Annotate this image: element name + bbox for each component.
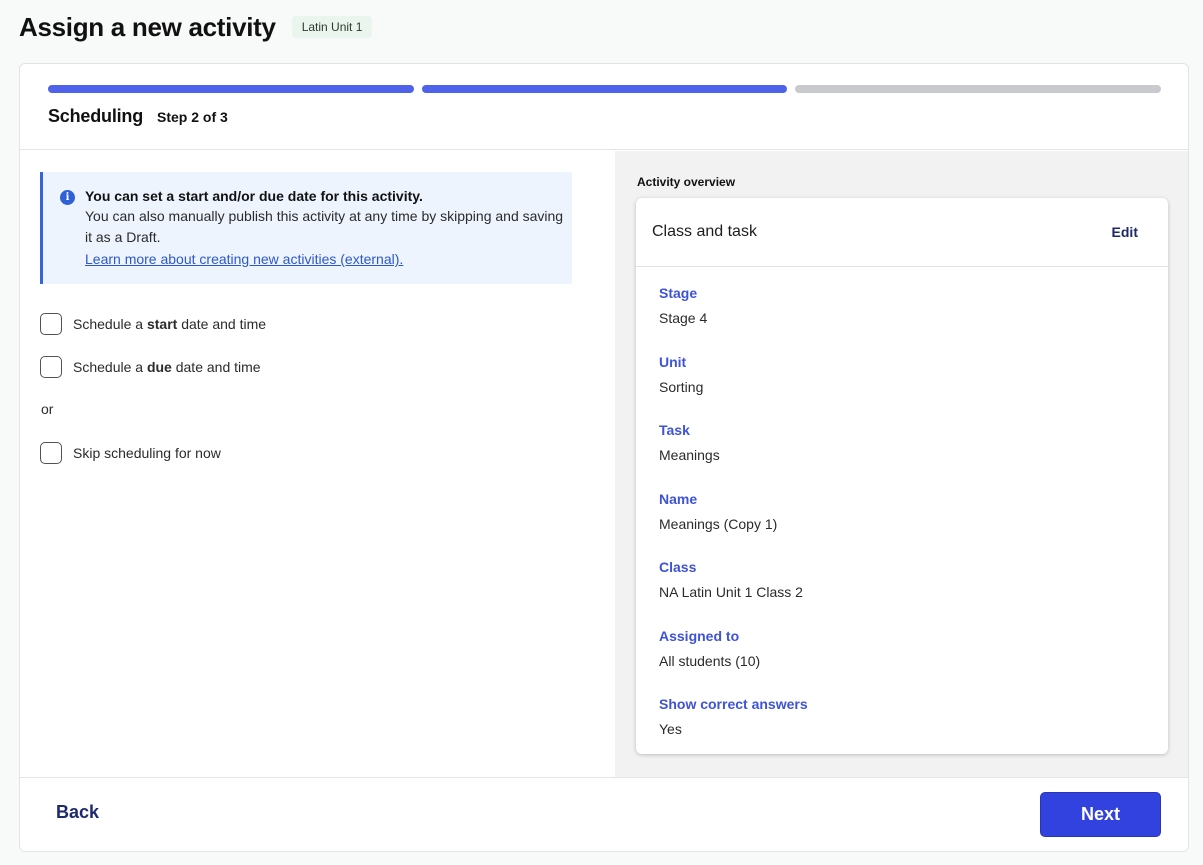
skip-scheduling-checkbox[interactable] [40,442,62,464]
page-title: Assign a new activity [19,11,276,42]
field-name: Name Meanings (Copy 1) [659,489,1168,558]
schedule-start-checkbox[interactable] [40,313,62,335]
step-counter: Step 2 of 3 [157,109,228,125]
field-task: Task Meanings [659,420,1168,489]
field-label: Show correct answers [659,696,808,712]
field-value: All students (10) [659,652,761,669]
field-label: Class [659,559,697,575]
info-heading: You can set a start and/or due date for … [85,188,423,204]
step-progress-bar [48,85,1162,93]
field-value: Yes [659,721,682,737]
or-separator: or [41,401,54,417]
overview-card-header: Class and task Edit [636,198,1168,267]
schedule-start-label: Schedule a start date and time [73,316,266,332]
start-label-prefix: Schedule a [73,316,147,332]
field-label: Stage [659,285,698,301]
info-icon: i [60,190,75,205]
start-label-suffix: date and time [177,316,267,332]
field-value: Meanings [659,447,720,463]
field-assigned-to: Assigned to All students (10) [659,626,1168,695]
next-button[interactable]: Next [1040,792,1161,837]
field-stage: Stage Stage 4 [659,283,1168,352]
field-value: Sorting [659,378,704,395]
schedule-due-label: Schedule a due date and time [73,359,261,375]
field-label: Name [659,490,698,507]
info-body: You can also manually publish this activ… [85,208,564,245]
field-value: Meanings (Copy 1) [659,515,778,532]
due-label-prefix: Schedule a [73,359,147,375]
wizard-header: Scheduling Step 2 of 3 [20,64,1188,150]
start-label-bold: start [146,316,178,332]
step-heading: Scheduling Step 2 of 3 [48,106,228,127]
field-label: Task [659,422,690,438]
page-header: Assign a new activity Latin Unit 1 [19,8,373,46]
field-label: Unit [659,353,687,370]
field-value: Stage 4 [659,310,708,326]
skip-scheduling-option[interactable]: Skip scheduling for now [40,442,221,464]
field-class: Class NA Latin Unit 1 Class 2 [659,557,1168,626]
progress-segment-1 [48,85,414,93]
step-title: Scheduling [48,106,144,126]
due-label-bold: due [146,359,172,375]
schedule-start-option[interactable]: Schedule a start date and time [40,313,266,335]
scheduling-pane: i You can set a start and/or due date fo… [20,151,615,777]
edit-button[interactable]: Edit [1112,224,1138,240]
overview-section-label: Activity overview [637,175,736,189]
back-button[interactable]: Back [56,802,99,823]
learn-more-link[interactable]: Learn more about creating new activities… [85,248,403,270]
schedule-due-option[interactable]: Schedule a due date and time [40,356,261,378]
wizard-footer: Back Next [20,777,1188,851]
overview-card-title: Class and task [652,223,757,240]
info-callout: i You can set a start and/or due date fo… [40,172,572,284]
activity-overview-pane: Activity overview Class and task Edit St… [615,151,1188,777]
field-show-correct-answers: Show correct answers Yes [659,694,1168,763]
unit-badge: Latin Unit 1 [291,16,373,38]
page: Assign a new activity Latin Unit 1 Sched… [0,0,1203,865]
schedule-due-checkbox[interactable] [40,356,62,378]
skip-scheduling-label: Skip scheduling for now [73,445,221,461]
progress-segment-3 [795,85,1162,93]
field-unit: Unit Sorting [659,352,1168,421]
progress-segment-2 [421,85,788,93]
overview-card: Class and task Edit Stage Stage 4 Unit S… [636,198,1168,754]
due-label-suffix: date and time [171,359,261,375]
field-label: Assigned to [659,627,740,644]
field-value: NA Latin Unit 1 Class 2 [659,584,803,600]
overview-fields: Stage Stage 4 Unit Sorting Task Meanings… [636,267,1168,763]
wizard-card: Scheduling Step 2 of 3 i You can set a s… [19,63,1189,852]
